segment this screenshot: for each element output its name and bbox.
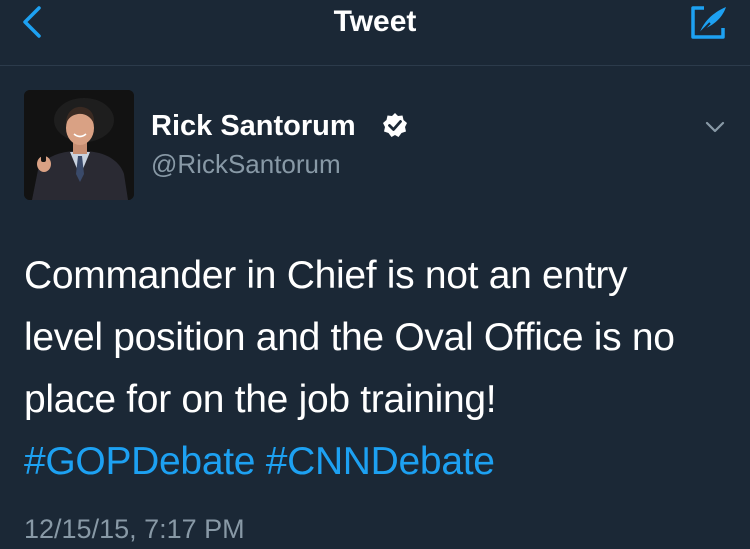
tweet-text-line: place for on the job training! xyxy=(24,378,497,421)
author-handle[interactable]: @RickSantorum xyxy=(151,148,341,180)
tweet-text-line: level position and the Oval Office is no xyxy=(24,316,675,359)
page-title: Tweet xyxy=(333,5,417,38)
compose-tweet-icon xyxy=(691,6,726,39)
hashtag-gopdebate[interactable]: #GOPDebate xyxy=(24,440,255,483)
compose-tweet-button[interactable] xyxy=(688,2,732,42)
tweet-options-button[interactable] xyxy=(700,115,730,139)
author-name[interactable]: Rick Santorum xyxy=(151,109,356,143)
tweet-detail: Rick Santorum @RickSantorum Commander in… xyxy=(0,67,750,549)
verified-badge-icon xyxy=(383,113,407,137)
tweet-text: Commander in Chief is not an entry level… xyxy=(24,245,736,493)
user-avatar[interactable] xyxy=(24,90,134,200)
hashtag-cnndebate[interactable]: #CNNDebate xyxy=(266,440,495,483)
tweet-text-line: Commander in Chief is not an entry xyxy=(24,254,628,297)
avatar-image xyxy=(24,90,134,200)
top-navigation-bar: Tweet xyxy=(0,0,750,66)
chevron-down-icon xyxy=(705,121,725,133)
hashtag-line: #GOPDebate #CNNDebate xyxy=(24,431,736,493)
tweet-timestamp: 12/15/15, 7:17 PM xyxy=(24,514,245,544)
